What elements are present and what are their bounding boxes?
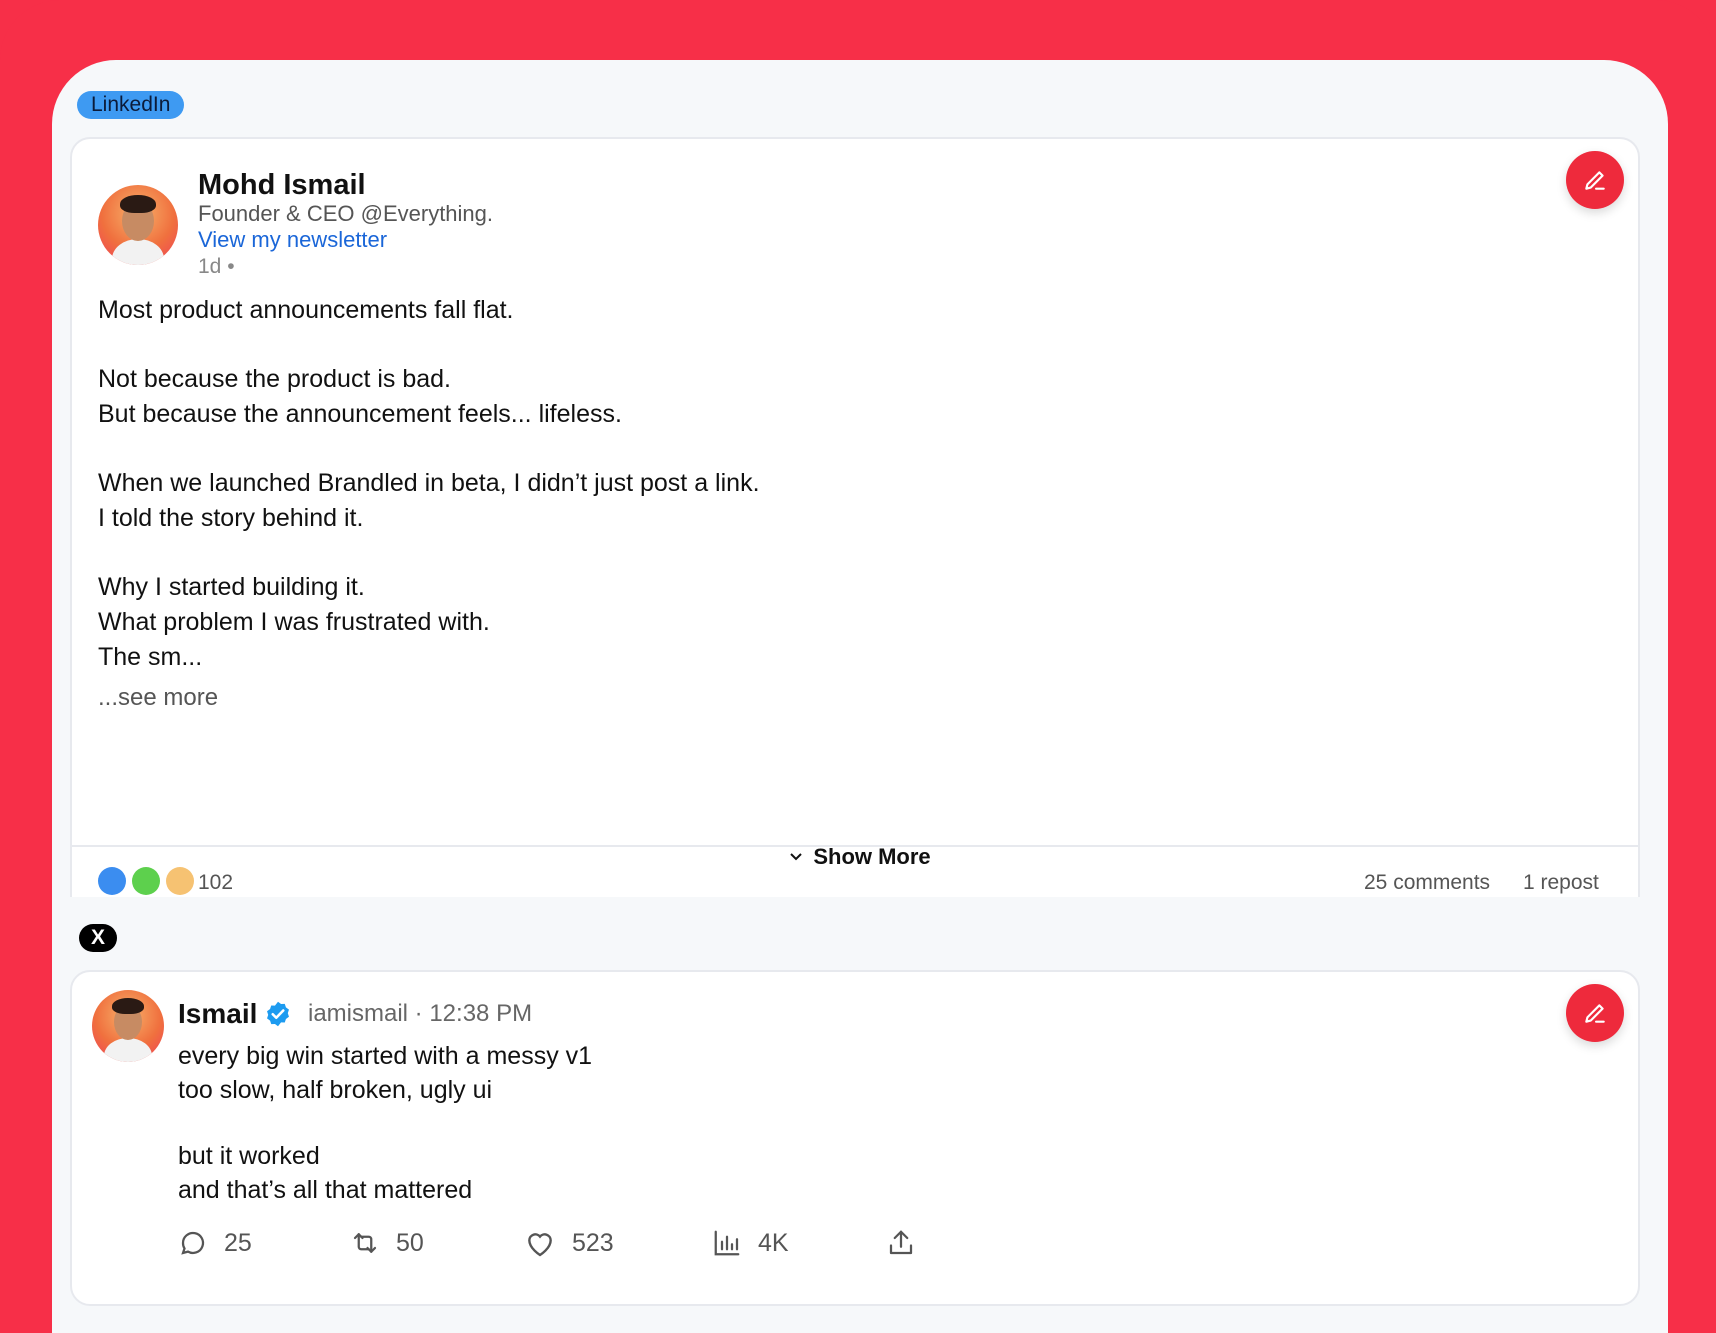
show-more-label: Show More [813, 844, 931, 869]
body-line: and that’s all that mattered [178, 1176, 473, 1204]
reposts-count[interactable]: 1 repost [1523, 871, 1599, 895]
platform-badge-x: X [79, 924, 118, 952]
body-line: But because the announcement feels... li… [98, 400, 622, 428]
repost-button[interactable]: 50 [350, 1228, 424, 1258]
analytics-icon [714, 1230, 740, 1256]
comments-count[interactable]: 25 comments [1364, 871, 1490, 895]
share-button[interactable] [886, 1228, 932, 1258]
linkedin-post-card: Mohd Ismail Founder & CEO @Everything. V… [70, 137, 1640, 897]
content-panel: LinkedIn Mohd Ismail Founder & CEO @Ever… [52, 60, 1668, 1333]
comment-icon [181, 1231, 205, 1255]
author-name[interactable]: Ismail [178, 998, 257, 1030]
app-frame: LinkedIn Mohd Ismail Founder & CEO @Ever… [0, 0, 1716, 1333]
views-button[interactable]: 4K [712, 1228, 789, 1258]
x-post-card: Ismail iamismail · 12:38 PM every big wi… [70, 970, 1640, 1306]
body-line: When we launched Brandled in beta, I did… [98, 469, 760, 497]
repost-count: 50 [396, 1228, 424, 1257]
like-count: 523 [572, 1228, 614, 1257]
avatar[interactable] [98, 185, 178, 265]
edit-button[interactable] [1566, 984, 1624, 1042]
reply-count: 25 [224, 1228, 252, 1257]
view-count: 4K [758, 1228, 789, 1257]
newsletter-link[interactable]: View my newsletter [198, 227, 387, 253]
body-line: every big win started with a messy v1 [178, 1042, 593, 1070]
like-button[interactable]: 523 [524, 1228, 614, 1258]
pencil-icon [1585, 1004, 1605, 1023]
share-icon [889, 1230, 913, 1255]
handle-and-time: iamismail · 12:38 PM [308, 1000, 533, 1027]
heart-icon [528, 1233, 552, 1257]
pencil-icon [1585, 171, 1605, 190]
body-line: but it worked [178, 1142, 320, 1170]
repost-icon [353, 1233, 377, 1253]
body-line: Why I started building it. [98, 573, 365, 601]
body-line: The sm... [98, 643, 203, 671]
body-line: Most product announcements fall flat. [98, 296, 514, 324]
body-line: I told the story behind it. [98, 504, 364, 532]
show-more-button[interactable]: Show More [52, 844, 1668, 870]
post-time: 1d • [198, 255, 235, 278]
chevron-down-icon [789, 849, 803, 867]
love-reaction-icon [166, 867, 194, 895]
body-line: What problem I was frustrated with. [98, 608, 490, 636]
body-line: Not because the product is bad. [98, 365, 452, 393]
reply-button[interactable]: 25 [178, 1228, 252, 1258]
like-reaction-icon [98, 867, 126, 895]
avatar[interactable] [92, 990, 164, 1062]
edit-button[interactable] [1566, 151, 1624, 209]
reactions-count: 102 [198, 871, 234, 894]
body-line: too slow, half broken, ugly ui [178, 1076, 493, 1104]
verified-badge-icon [267, 1001, 289, 1027]
platform-badge-linkedin: LinkedIn [77, 91, 185, 119]
author-headline: Founder & CEO @Everything. [198, 201, 494, 226]
author-name[interactable]: Mohd Ismail [198, 169, 366, 202]
celebrate-reaction-icon [132, 867, 160, 895]
see-more-link[interactable]: ...see more [98, 684, 218, 712]
